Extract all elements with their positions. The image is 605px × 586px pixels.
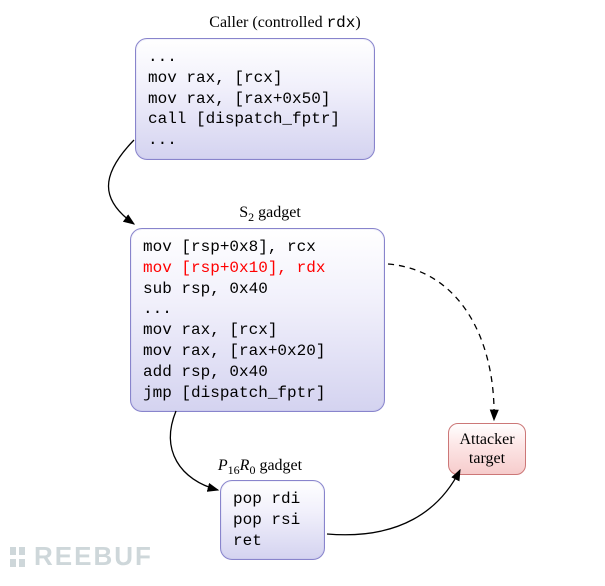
caller-label-reg: rdx xyxy=(327,14,356,32)
pr-label-suffix: gadget xyxy=(255,457,302,474)
caller-box: ... mov rax, [rcx] mov rax, [rax+0x50] c… xyxy=(135,38,375,160)
pr-label-psub: 16 xyxy=(228,463,240,477)
s2-label-suffix: gadget xyxy=(254,204,301,221)
s2-line-highlight: mov [rsp+0x10], rdx xyxy=(143,258,372,279)
arrow-s2-to-target-dashed xyxy=(388,264,494,420)
pr-line: ret xyxy=(233,531,312,552)
s2-line: add rsp, 0x40 xyxy=(143,362,372,383)
target-line1: Attacker xyxy=(457,430,517,449)
pr-label-p: P xyxy=(218,457,228,474)
pr-label-r: R xyxy=(240,457,250,474)
watermark-text: REEBUF xyxy=(34,541,153,572)
caller-label: Caller (controlled rdx) xyxy=(155,14,415,32)
s2-line: jmp [dispatch_fptr] xyxy=(143,383,372,404)
arrow-pr-to-target xyxy=(327,470,460,535)
s2-box: mov [rsp+0x8], rcx mov [rsp+0x10], rdx s… xyxy=(130,228,385,412)
s2-line: sub rsp, 0x40 xyxy=(143,279,372,300)
caller-line: ... xyxy=(148,47,362,68)
attacker-target-node: Attacker target xyxy=(448,423,526,475)
s2-line: mov rax, [rcx] xyxy=(143,320,372,341)
s2-label: S2 gadget xyxy=(210,204,330,225)
watermark-icon xyxy=(10,545,30,569)
caller-line: ... xyxy=(148,130,362,151)
caller-line: call [dispatch_fptr] xyxy=(148,109,362,130)
s2-line: ... xyxy=(143,299,372,320)
pr-line: pop rsi xyxy=(233,510,312,531)
s2-line: mov rax, [rax+0x20] xyxy=(143,341,372,362)
caller-label-prefix: Caller (controlled xyxy=(209,14,326,31)
s2-line: mov [rsp+0x8], rcx xyxy=(143,237,372,258)
pr-box: pop rdi pop rsi ret xyxy=(220,480,325,560)
watermark: REEBUF xyxy=(10,541,153,572)
caller-line: mov rax, [rcx] xyxy=(148,68,362,89)
s2-label-s: S xyxy=(239,204,248,221)
arrow-caller-to-s2 xyxy=(109,140,135,224)
caller-label-suffix: ) xyxy=(355,14,360,31)
pr-line: pop rdi xyxy=(233,489,312,510)
pr-label: P16R0 gadget xyxy=(190,457,330,478)
target-line2: target xyxy=(457,449,517,468)
caller-line: mov rax, [rax+0x50] xyxy=(148,89,362,110)
